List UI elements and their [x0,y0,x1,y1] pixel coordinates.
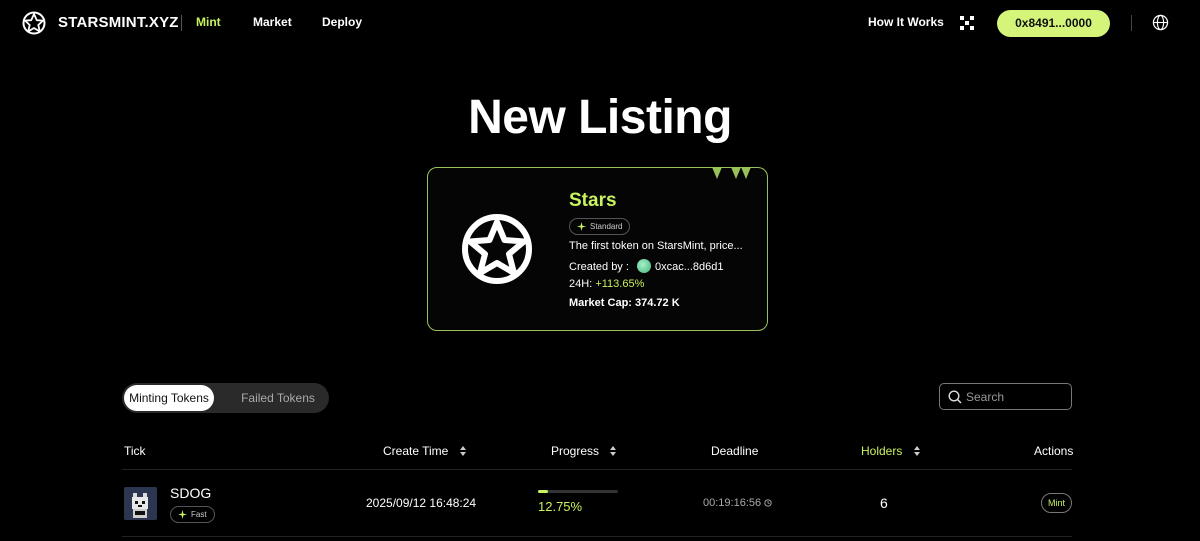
sort-icon[interactable] [610,446,617,456]
row-divider [122,536,1072,537]
progress-percent: 12.75% [538,499,583,514]
creator-line: Created by : 0xcac...8d6d1 [569,259,723,273]
card-notch [731,167,741,179]
nav-divider [1131,15,1132,31]
card-notch [741,167,751,179]
holders-count: 6 [880,495,888,511]
column-header-actions: Actions [1034,444,1074,458]
column-header-tick: Tick [124,444,146,458]
change-value: +113.65% [595,278,645,290]
search-box [939,383,1072,410]
column-header-holders[interactable]: Holders [861,444,920,458]
fast-badge: Fast [170,506,215,523]
featured-token-name: Stars [569,190,617,211]
token-tabs: Minting Tokens Failed Tokens [122,383,329,413]
column-header-label: Holders [861,444,903,458]
top-nav: STARSMINT.XYZ Mint Market Deploy How It … [0,0,1200,46]
search-input[interactable] [966,388,1066,406]
column-header-progress[interactable]: Progress [551,444,617,458]
column-header-create-time[interactable]: Create Time [383,444,466,458]
page-title: New Listing [468,91,732,144]
badge-label: Standard [590,222,623,231]
featured-token-card[interactable]: Stars Standard The first token on StarsM… [427,167,768,331]
okx-grid-icon[interactable] [960,16,974,30]
nav-divider [181,15,182,31]
brand-name[interactable]: STARSMINT.XYZ [58,14,179,31]
change-label: 24H: [569,278,593,290]
create-time: 2025/09/12 16:48:24 [366,496,477,510]
nav-link-deploy[interactable]: Deploy [322,15,362,29]
column-header-label: Create Time [383,444,449,458]
tab-failed-tokens[interactable]: Failed Tokens [232,385,324,411]
sort-icon[interactable] [459,446,466,456]
column-header-deadline: Deadline [711,444,759,458]
progress-bar [538,490,618,493]
creator-avatar [636,259,651,273]
change-line: 24H: +113.65% [569,278,644,290]
creator-address[interactable]: 0xcac...8d6d1 [655,261,724,273]
search-icon [948,390,962,404]
nav-link-market[interactable]: Market [253,15,292,29]
nav-link-mint[interactable]: Mint [196,15,221,29]
deadline: 00:19:16:56 [703,497,772,509]
tab-minting-tokens[interactable]: Minting Tokens [124,385,214,411]
sparkle-icon [178,510,187,519]
mint-button[interactable]: Mint [1041,493,1072,513]
token-avatar [124,487,157,520]
globe-icon[interactable] [1152,14,1169,31]
starsmint-logo-icon[interactable] [22,11,46,35]
badge-label: Fast [191,510,207,519]
token-tick: SDOG [170,485,212,501]
how-it-works-link[interactable]: How It Works [868,15,944,29]
clock-icon [764,499,772,507]
table-row[interactable]: SDOG Fast 2025/09/12 16:48:24 12.75% 00:… [122,470,1072,536]
standard-badge: Standard [569,218,631,235]
featured-description: The first token on StarsMint, price... [569,240,743,252]
sparkle-icon [577,222,586,231]
progress-bar-fill [538,490,549,493]
wallet-button[interactable]: 0x8491...0000 [997,10,1110,37]
column-header-label: Progress [551,444,600,458]
created-by-label: Created by : [569,261,629,273]
market-cap: Market Cap: 374.72 K [569,297,680,309]
stars-token-logo-icon [462,214,532,284]
card-notch [712,167,722,179]
sort-icon[interactable] [913,446,920,456]
deadline-value: 00:19:16:56 [703,497,762,509]
dog-image-icon [124,487,157,520]
